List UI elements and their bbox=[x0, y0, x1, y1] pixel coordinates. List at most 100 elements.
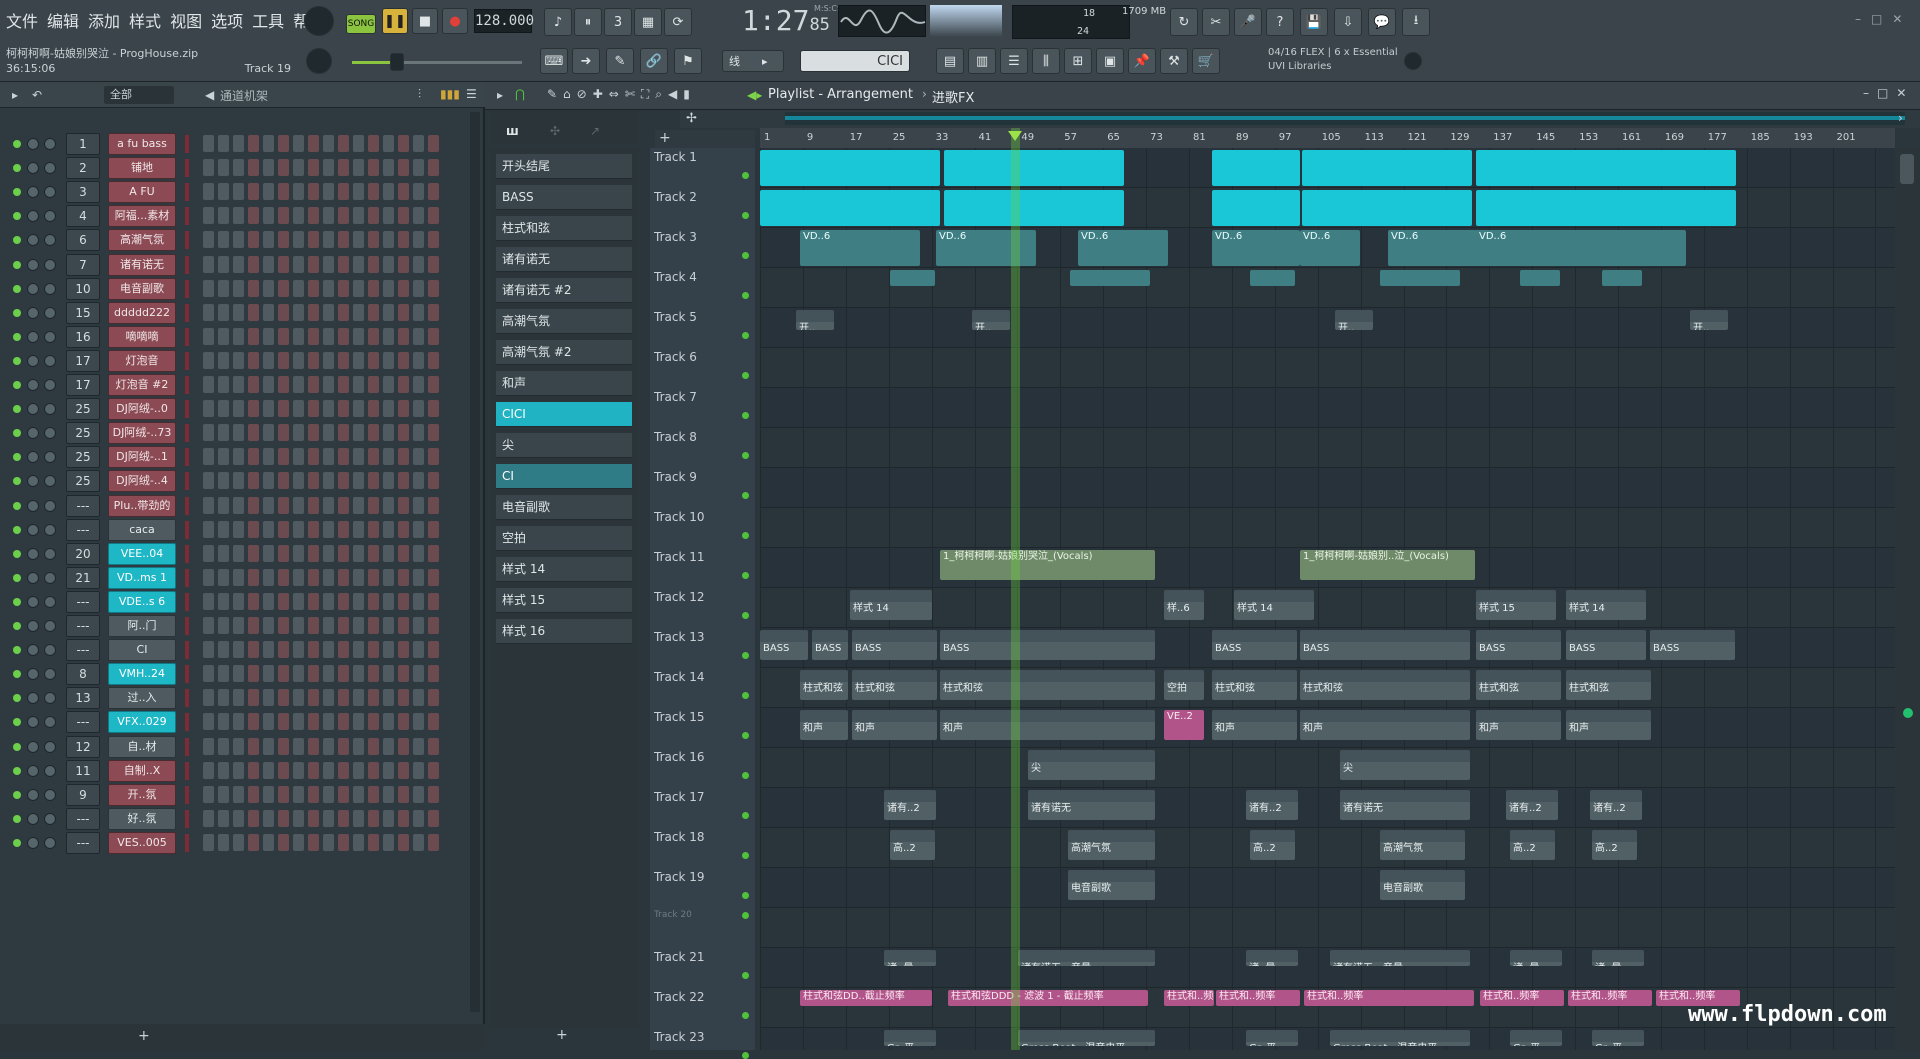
channel-volume-knob[interactable] bbox=[44, 740, 56, 753]
playlist-clip[interactable]: 高潮气氛 bbox=[1068, 830, 1155, 860]
step-button[interactable] bbox=[248, 231, 259, 249]
channel-volume-knob[interactable] bbox=[44, 234, 56, 247]
step-button[interactable] bbox=[338, 400, 349, 418]
step-button[interactable] bbox=[323, 665, 334, 683]
track-name[interactable]: Track 10 bbox=[654, 510, 704, 524]
step-button[interactable] bbox=[353, 809, 364, 827]
channel-mute-led[interactable] bbox=[13, 622, 21, 630]
playlist-clip[interactable]: 柱式和..频率 bbox=[1164, 990, 1214, 1006]
step-button[interactable] bbox=[203, 496, 214, 514]
channel-row[interactable]: --- VES..005 bbox=[0, 831, 470, 855]
playlist-clip[interactable]: Gross Beat - 混音电平 bbox=[1330, 1030, 1470, 1046]
channel-name-button[interactable]: DJ阿绒-..1 bbox=[108, 446, 176, 469]
channel-name-button[interactable]: DJ阿绒-..4 bbox=[108, 470, 176, 493]
step-button[interactable] bbox=[203, 135, 214, 152]
step-button[interactable] bbox=[398, 183, 409, 201]
step-button[interactable] bbox=[263, 400, 274, 418]
step-button[interactable] bbox=[353, 713, 364, 731]
step-button[interactable] bbox=[233, 785, 244, 803]
channel-mute-led[interactable] bbox=[13, 356, 21, 365]
playlist-clip[interactable]: 柱式和弦 bbox=[1476, 670, 1561, 700]
step-button[interactable] bbox=[383, 303, 394, 321]
playlist-clip[interactable]: 柱式和弦DDD - 滤波 1 - 截止频率 bbox=[948, 990, 1148, 1006]
step-button[interactable] bbox=[233, 376, 244, 393]
master-pitch-knob[interactable] bbox=[306, 48, 332, 74]
playlist-clip[interactable]: 柱式和弦 bbox=[1212, 670, 1297, 700]
step-button[interactable] bbox=[353, 424, 364, 442]
step-button[interactable] bbox=[308, 617, 319, 634]
channel-pan-knob[interactable] bbox=[27, 499, 39, 512]
channel-select-bar[interactable] bbox=[185, 183, 189, 202]
channel-mute-led[interactable] bbox=[13, 477, 21, 486]
step-button[interactable] bbox=[248, 279, 259, 297]
step-button[interactable] bbox=[218, 400, 229, 418]
playlist-clip[interactable]: 空拍 bbox=[1164, 670, 1204, 700]
step-button[interactable] bbox=[398, 327, 409, 345]
track-name[interactable]: Track 19 bbox=[654, 870, 704, 884]
channel-name-button[interactable]: VD..ms 1 bbox=[108, 566, 176, 589]
channel-select-bar[interactable] bbox=[185, 207, 189, 226]
step-button[interactable] bbox=[263, 207, 274, 225]
channel-volume-knob[interactable] bbox=[44, 499, 56, 512]
step-button[interactable] bbox=[278, 496, 289, 514]
step-button[interactable] bbox=[203, 785, 214, 803]
playlist-vertical-scrollbar[interactable] bbox=[1895, 148, 1920, 1050]
step-button[interactable] bbox=[218, 761, 229, 779]
step-button[interactable] bbox=[233, 737, 244, 755]
step-button[interactable] bbox=[383, 448, 394, 466]
countdown-button[interactable]: 3 bbox=[604, 8, 632, 36]
step-button[interactable] bbox=[263, 183, 274, 201]
channel-mixer-track[interactable]: --- bbox=[66, 518, 100, 541]
channel-name-button[interactable]: VES..005 bbox=[108, 831, 176, 854]
step-button[interactable] bbox=[383, 520, 394, 538]
step-button[interactable] bbox=[428, 448, 439, 466]
playlist-clip[interactable] bbox=[760, 150, 940, 186]
playlist-clip[interactable]: Gr..平 bbox=[884, 1030, 936, 1046]
playlist-clip[interactable]: 高..2 bbox=[1510, 830, 1555, 860]
playlist-clip[interactable]: 柱式和弦 bbox=[1300, 670, 1470, 700]
playlist-clip[interactable]: 诸有..2 bbox=[1506, 790, 1558, 820]
step-button[interactable] bbox=[398, 303, 409, 321]
track-mute-led[interactable] bbox=[742, 372, 749, 379]
step-button[interactable] bbox=[278, 689, 289, 707]
arrangement-grid[interactable]: VD..6 VD..6 VD..6 VD..6 VD..6 VD..6 VD..6 开.. 开.… bbox=[760, 148, 1895, 1050]
channel-row[interactable]: 13 过..入 bbox=[0, 686, 470, 710]
step-button[interactable] bbox=[368, 183, 379, 201]
pattern-item[interactable]: 样式 16 bbox=[496, 619, 632, 644]
step-button[interactable] bbox=[263, 448, 274, 466]
track-name[interactable]: Track 7 bbox=[654, 390, 697, 404]
step-button[interactable] bbox=[398, 207, 409, 225]
playlist-clip[interactable]: BASS bbox=[1300, 630, 1470, 660]
step-button[interactable] bbox=[323, 376, 334, 393]
step-button[interactable] bbox=[293, 376, 304, 393]
step-button[interactable] bbox=[308, 785, 319, 803]
step-button[interactable] bbox=[293, 833, 304, 851]
step-button[interactable] bbox=[428, 400, 439, 418]
step-button[interactable] bbox=[278, 327, 289, 345]
browser-button[interactable]: ⊞ bbox=[1064, 48, 1092, 74]
channel-row[interactable]: 6 高潮气氛 bbox=[0, 228, 470, 252]
track-name[interactable]: Track 23 bbox=[654, 1030, 704, 1044]
step-button[interactable] bbox=[278, 351, 289, 369]
channel-mixer-track[interactable]: --- bbox=[66, 615, 100, 637]
track-mute-led[interactable] bbox=[742, 212, 749, 219]
channel-row[interactable]: 15 ddddd222 bbox=[0, 301, 470, 325]
step-button[interactable] bbox=[278, 448, 289, 466]
step-button[interactable] bbox=[233, 159, 244, 177]
pattern-item[interactable]: 电音副歌 bbox=[496, 495, 632, 520]
step-button[interactable] bbox=[428, 785, 439, 803]
playlist-clip[interactable]: 诸..量 bbox=[1592, 950, 1644, 966]
step-button[interactable] bbox=[308, 689, 319, 707]
step-button[interactable] bbox=[353, 135, 364, 152]
channel-mixer-track[interactable]: 13 bbox=[66, 687, 100, 710]
step-button[interactable] bbox=[413, 520, 424, 538]
step-button[interactable] bbox=[278, 135, 289, 152]
step-button[interactable] bbox=[293, 641, 304, 659]
step-button[interactable] bbox=[338, 809, 349, 827]
step-button[interactable] bbox=[248, 424, 259, 442]
channel-volume-knob[interactable] bbox=[44, 210, 56, 223]
channel-volume-knob[interactable] bbox=[44, 282, 56, 295]
step-button[interactable] bbox=[338, 255, 349, 273]
step-button[interactable] bbox=[383, 641, 394, 659]
channel-pan-knob[interactable] bbox=[27, 403, 39, 416]
